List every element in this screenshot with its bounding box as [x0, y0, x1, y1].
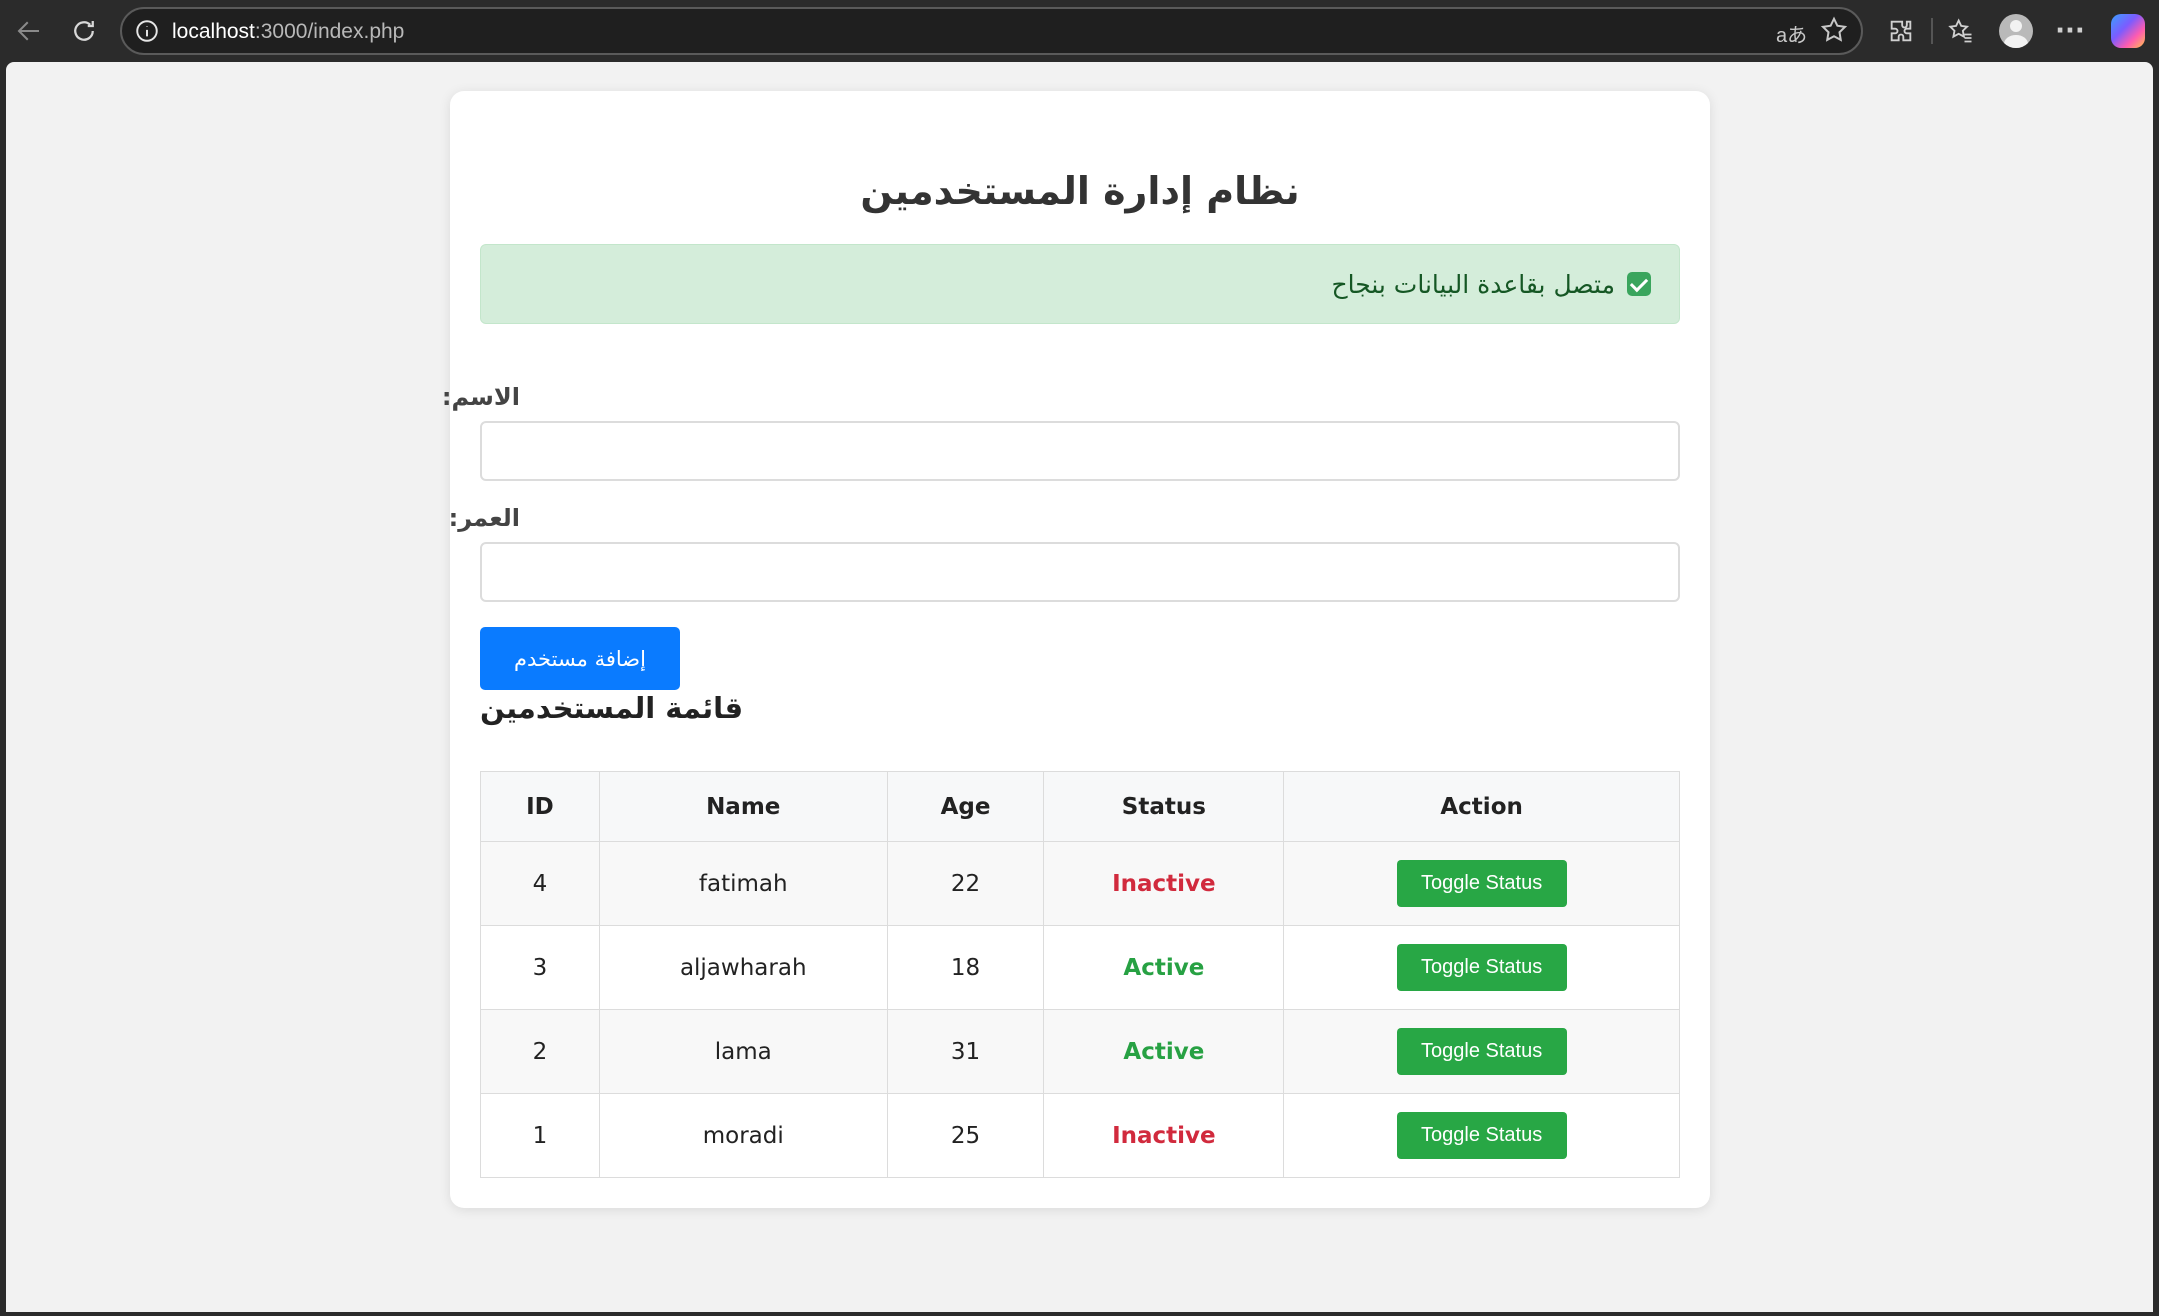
users-list-title: قائمة المستخدمين [480, 691, 744, 725]
copilot-icon[interactable] [2111, 14, 2145, 48]
cell-action: Toggle Status [1283, 1009, 1680, 1094]
toggle-status-button[interactable]: Toggle Status [1396, 944, 1567, 991]
cell-action: Toggle Status [1283, 925, 1680, 1010]
cell-status: Active [1043, 925, 1285, 1010]
favorite-star-icon[interactable] [1819, 15, 1849, 51]
address-bar[interactable]: localhost:3000/index.php aあ [120, 7, 1863, 55]
main-card: نظام إدارة المستخدمين متصل بقاعدة البيان… [441, 91, 1710, 1208]
cell-name: aljawharah [598, 925, 888, 1010]
cell-name: moradi [598, 1093, 888, 1178]
status-badge: Inactive [1112, 1122, 1216, 1149]
cell-id: 4 [480, 841, 600, 926]
cell-status: Inactive [1043, 841, 1285, 926]
column-header-name: Name [598, 771, 888, 842]
info-icon[interactable] [134, 18, 160, 44]
cell-name: lama [598, 1009, 888, 1094]
more-icon[interactable]: ··· [2053, 14, 2087, 48]
extensions-icon[interactable] [1884, 14, 1918, 48]
page-viewport: نظام إدارة المستخدمين متصل بقاعدة البيان… [6, 62, 2153, 1312]
alert-text: متصل بقاعدة البيانات بنجاح [1331, 269, 1615, 299]
age-input[interactable] [480, 542, 1680, 602]
toggle-status-button[interactable]: Toggle Status [1396, 860, 1567, 907]
url-text[interactable]: localhost:3000/index.php [172, 20, 404, 44]
cell-age: 22 [886, 841, 1045, 926]
cell-action: Toggle Status [1283, 1093, 1680, 1178]
cell-age: 18 [886, 925, 1045, 1010]
status-badge: Inactive [1112, 870, 1216, 897]
table-header-row: ID Name Age Status Action [480, 771, 1680, 842]
table-row: 2 lama 31 Active Toggle Status [480, 1009, 1680, 1094]
table-row: 4 fatimah 22 Inactive Toggle Status [480, 841, 1680, 926]
column-header-status: Status [1043, 771, 1285, 842]
cell-id: 1 [480, 1093, 600, 1178]
table-row: 1 moradi 25 Inactive Toggle Status [480, 1093, 1680, 1178]
table-row: 3 aljawharah 18 Active Toggle Status [480, 925, 1680, 1010]
cell-id: 2 [480, 1009, 600, 1094]
connection-alert: متصل بقاعدة البيانات بنجاح [480, 244, 1680, 324]
age-label: العمر: [448, 504, 520, 532]
users-table: ID Name Age Status Action 4 fatimah 22 I… [480, 771, 1680, 1178]
browser-toolbar: localhost:3000/index.php aあ ··· [0, 0, 2159, 62]
toggle-status-button[interactable]: Toggle Status [1396, 1112, 1567, 1159]
toolbar-divider [1931, 18, 1933, 44]
column-header-age: Age [886, 771, 1045, 842]
column-header-id: ID [480, 771, 600, 842]
cell-age: 25 [886, 1093, 1045, 1178]
cell-status: Active [1043, 1009, 1285, 1094]
favorites-icon[interactable] [1944, 14, 1978, 48]
status-badge: Active [1123, 954, 1205, 981]
cell-id: 3 [480, 925, 600, 1010]
name-input[interactable] [480, 421, 1680, 481]
reload-icon[interactable] [67, 14, 101, 48]
back-icon[interactable] [12, 14, 46, 48]
add-user-button[interactable]: إضافة مستخدم [480, 627, 680, 690]
cell-name: fatimah [598, 841, 888, 926]
cell-status: Inactive [1043, 1093, 1285, 1178]
cell-age: 31 [886, 1009, 1045, 1094]
check-icon [1627, 272, 1651, 296]
page-title: نظام إدارة المستخدمين [860, 169, 1300, 213]
name-label: الاسم: [441, 383, 520, 411]
toggle-status-button[interactable]: Toggle Status [1396, 1028, 1567, 1075]
column-header-action: Action [1283, 771, 1680, 842]
cell-action: Toggle Status [1283, 841, 1680, 926]
status-badge: Active [1123, 1038, 1205, 1065]
read-aloud-icon[interactable]: aあ [1776, 19, 1807, 48]
profile-avatar-icon[interactable] [1999, 14, 2033, 48]
